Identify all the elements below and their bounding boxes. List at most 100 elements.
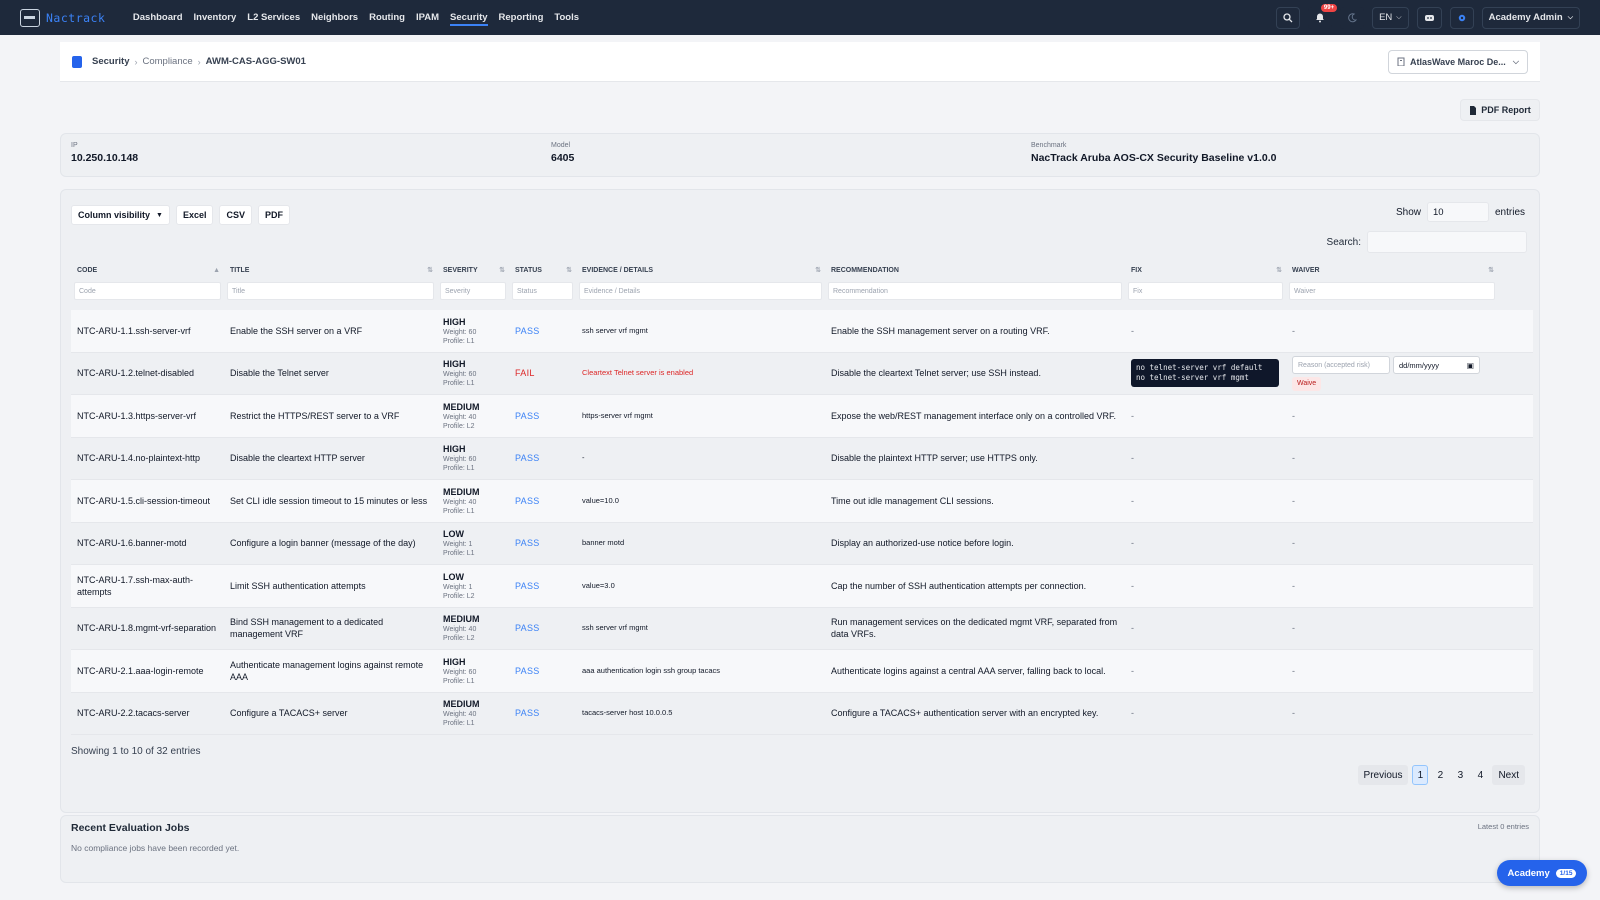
search-input[interactable] [1367, 231, 1527, 253]
brand[interactable]: Nactrack [20, 8, 105, 27]
evidence-cell: https-server vrf mgmt [576, 410, 825, 422]
nav-item-l2-services[interactable]: L2 Services [242, 0, 306, 35]
benchmark-field: Benchmark NacTrack Aruba AOS-CX Security… [1031, 142, 1277, 164]
export-pdf-button[interactable]: PDF [258, 205, 290, 225]
severity-cell: HIGH Weight: 60 Profile: L1 [437, 316, 509, 346]
evidence-text: ssh server vrf mgmt [582, 325, 648, 335]
column-header-title[interactable]: Title ⇅ [224, 267, 437, 275]
waiver-cell: - [1286, 452, 1498, 464]
theme-toggle-button[interactable] [1340, 6, 1365, 29]
page-button-2[interactable]: 2 [1432, 765, 1448, 785]
page-button-4[interactable]: 4 [1472, 765, 1488, 785]
user-menu[interactable]: Academy Admin ⌵ [1481, 6, 1580, 29]
evidence-text: aaa authentication login ssh group tacac… [582, 665, 721, 675]
waiver-empty: - [1292, 580, 1295, 591]
nav-item-neighbors[interactable]: Neighbors [306, 0, 364, 35]
title-cell: Limit SSH authentication attempts [230, 580, 366, 591]
page-button-1[interactable]: 1 [1412, 765, 1429, 785]
moon-icon [1348, 12, 1358, 22]
academy-progress-badge: 1/15 [1555, 868, 1577, 878]
column-filter-input[interactable]: Status [512, 282, 573, 300]
column-visibility-button[interactable]: Column visibility ▼ [71, 205, 170, 225]
status-badge: PASS [515, 495, 540, 506]
nav-item-tools[interactable]: Tools [549, 0, 585, 35]
clipboard-icon [72, 55, 82, 68]
column-filter-input[interactable]: Title [227, 282, 434, 300]
search-icon [1283, 12, 1293, 22]
next-page-button[interactable]: Next [1492, 765, 1525, 785]
evidence-cell: value=10.0 [576, 495, 825, 507]
column-header-fix[interactable]: Fix ⇅ [1125, 267, 1286, 275]
table-row: NTC-ARU-1.6.banner-motd Configure a login… [71, 522, 1533, 565]
organization-select[interactable]: AtlasWave Maroc De... ⌵ [1388, 49, 1528, 74]
export-csv-button[interactable]: CSV [219, 205, 252, 225]
breadcrumb-item-device: AWM-CAS-AGG-SW01 [205, 56, 306, 67]
nav-item-routing[interactable]: Routing [364, 0, 411, 35]
column-header-severity[interactable]: Severity ⇅ [437, 267, 509, 275]
severity-cell: MEDIUM Weight: 40 Profile: L1 [437, 698, 509, 728]
academy-button[interactable]: Academy 1/15 [1497, 860, 1587, 886]
status-badge: PASS [515, 665, 540, 676]
severity-cell: HIGH Weight: 60 Profile: L1 [437, 358, 509, 388]
column-filter-input[interactable]: Waiver [1289, 282, 1495, 300]
severity-cell: LOW Weight: 1 Profile: L2 [437, 571, 509, 601]
bell-icon [1316, 13, 1325, 23]
building-icon [1397, 57, 1405, 66]
column-filter-input[interactable]: Recommendation [828, 282, 1122, 300]
sort-icon: ⇅ [566, 267, 572, 274]
page-length-input[interactable]: 10 [1426, 202, 1489, 222]
nav-item-ipam[interactable]: IPAM [410, 0, 444, 35]
severity-cell: LOW Weight: 1 Profile: L1 [437, 528, 509, 558]
waive-button[interactable]: Waive [1292, 376, 1322, 391]
search-button[interactable] [1276, 6, 1301, 29]
recent-jobs-title: Recent Evaluation Jobs [71, 822, 190, 834]
breadcrumb-item-security[interactable]: Security [92, 56, 130, 67]
status-cell: PASS [509, 707, 576, 719]
column-filter-input[interactable]: Fix [1128, 282, 1283, 300]
status-cell: PASS [509, 325, 576, 337]
column-header-recommendation[interactable]: Recommendation [825, 267, 1125, 274]
column-filter-cell: Title [224, 282, 437, 300]
code-cell: NTC-ARU-1.1.ssh-server-vrf [77, 325, 191, 336]
pdf-report-button[interactable]: PDF Report [1460, 99, 1540, 121]
nav-item-dashboard[interactable]: Dashboard [127, 0, 188, 35]
nav-item-inventory[interactable]: Inventory [188, 0, 242, 35]
column-header-code[interactable]: Code ▲ [71, 267, 224, 274]
fix-empty: - [1131, 708, 1134, 719]
benchmark-value: NacTrack Aruba AOS-CX Security Baseline … [1031, 152, 1277, 164]
column-header-waiver[interactable]: Waiver ⇅ [1286, 267, 1498, 275]
column-filter-input[interactable]: Evidence / Details [579, 282, 822, 300]
export-excel-button[interactable]: Excel [175, 205, 214, 225]
status-cell: PASS [509, 495, 576, 507]
column-header-status[interactable]: Status ⇅ [509, 267, 576, 275]
fix-cell: - [1125, 707, 1286, 719]
column-header-evidence-details[interactable]: Evidence / Details ⇅ [576, 267, 825, 275]
breadcrumb-item-compliance[interactable]: Compliance [143, 56, 193, 67]
recommendation-cell: Authenticate logins against a central AA… [831, 665, 1106, 676]
language-select[interactable]: EN ⌵ [1372, 6, 1409, 29]
pagination: Previous 1 2 3 4 Next [1357, 765, 1525, 785]
table-row: NTC-ARU-2.2.tacacs-server Configure a TAC… [71, 692, 1533, 735]
nav-item-reporting[interactable]: Reporting [493, 0, 549, 35]
waiver-empty: - [1292, 623, 1295, 634]
recommendation-cell: Time out idle management CLI sessions. [831, 495, 994, 506]
waiver-reason-input[interactable]: Reason (accepted risk) [1292, 355, 1390, 374]
device-info-card: IP 10.250.10.148 Model 6405 Benchmark Na… [60, 133, 1540, 177]
nav-item-security[interactable]: Security [445, 0, 494, 35]
title-cell: Disable the cleartext HTTP server [230, 453, 365, 464]
column-filter-input[interactable]: Severity [440, 282, 506, 300]
waiver-date-input[interactable]: dd/mm/yyyy ▣ [1393, 355, 1480, 374]
table-filter-row: Code Title Severity Status Evidence / Detail… [71, 278, 1533, 304]
fix-cell: - [1125, 537, 1286, 549]
severity-level: MEDIUM [443, 614, 480, 625]
page-button-3[interactable]: 3 [1452, 765, 1468, 785]
severity-profile: Profile: L1 [443, 465, 475, 473]
recommendation-cell: Configure a TACACS+ authentication serve… [831, 708, 1099, 719]
severity-profile: Profile: L1 [443, 380, 475, 388]
previous-page-button[interactable]: Previous [1357, 765, 1409, 785]
settings-button[interactable] [1449, 6, 1474, 29]
table-row: NTC-ARU-1.1.ssh-server-vrf Enable the SSH… [71, 310, 1533, 353]
assistant-button[interactable] [1416, 6, 1442, 29]
column-filter-input[interactable]: Code [74, 282, 221, 300]
notifications-button[interactable]: 99+ [1308, 3, 1338, 29]
